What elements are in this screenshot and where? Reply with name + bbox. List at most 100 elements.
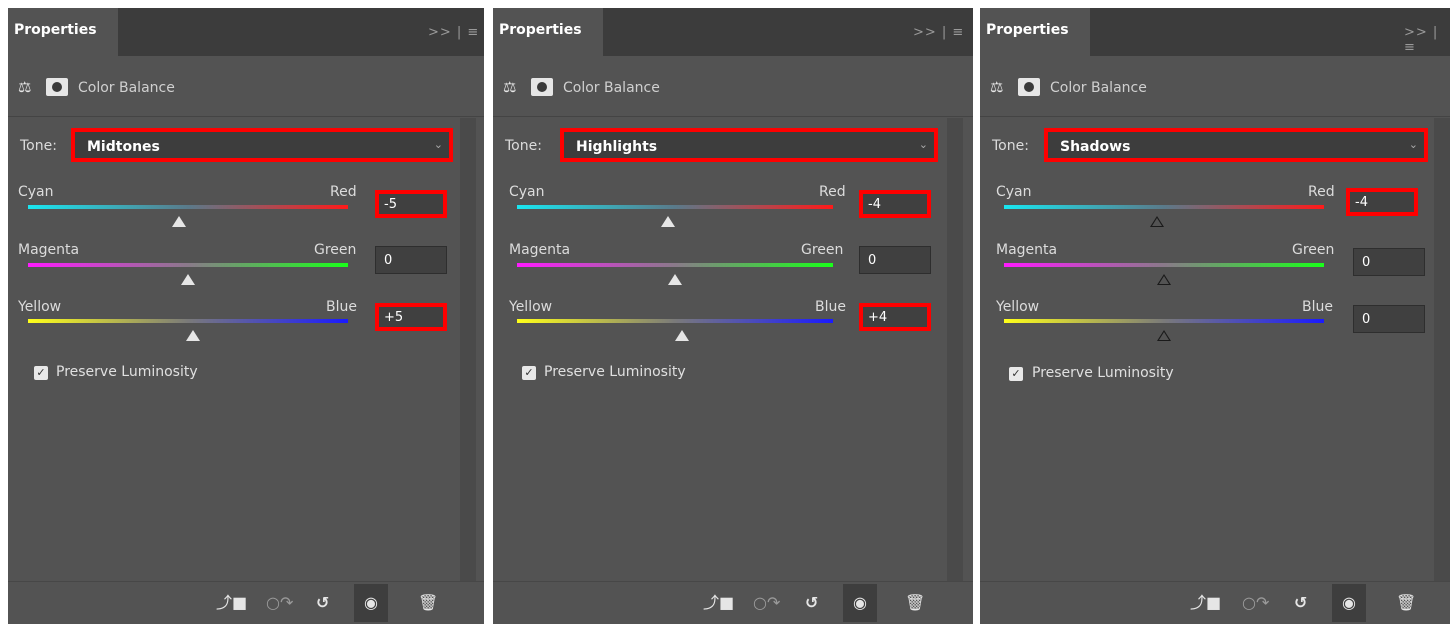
visibility-toggle[interactable]: ◉ bbox=[354, 584, 388, 622]
yellow-blue-slider-thumb[interactable] bbox=[1157, 330, 1171, 341]
slider-left-label: Cyan bbox=[509, 184, 545, 200]
view-previous-state-icon[interactable]: ○↷ bbox=[753, 592, 780, 614]
properties-panel-midtones: Properties >> | ≡ ⚖ Color Balance Tone: … bbox=[8, 8, 484, 624]
properties-tab[interactable]: Properties bbox=[8, 8, 118, 56]
clip-to-layer-icon[interactable]: ⤴■ bbox=[1190, 592, 1221, 614]
scrollbar[interactable] bbox=[1434, 118, 1450, 582]
slider-right-label: Green bbox=[801, 242, 844, 258]
slider-right-label: Red bbox=[330, 184, 357, 200]
cyan-red-slider-thumb[interactable] bbox=[661, 216, 675, 227]
panel-menu-icon[interactable]: >> | ≡ bbox=[428, 25, 479, 40]
tone-label: Tone: bbox=[20, 138, 57, 154]
cyan-red-slider-track[interactable] bbox=[517, 205, 833, 209]
slider-right-label: Blue bbox=[326, 299, 357, 315]
visibility-toggle[interactable]: ◉ bbox=[1332, 584, 1366, 622]
slider-right-label: Blue bbox=[1302, 299, 1333, 315]
panel-footer: ⤴■ ○↷ ↺ ◉ 🗑 bbox=[980, 581, 1450, 624]
panel-tab-bar: Properties >> | ≡ bbox=[493, 8, 973, 56]
tone-dropdown[interactable]: Highlights ⌄ bbox=[560, 128, 938, 162]
magenta-green-value-field[interactable]: 0 bbox=[1353, 248, 1425, 276]
clip-to-layer-icon[interactable]: ⤴■ bbox=[216, 592, 247, 614]
balance-scale-icon[interactable]: ⚖ bbox=[990, 78, 1014, 96]
cyan-red-slider-track[interactable] bbox=[1004, 205, 1324, 209]
cyan-red-slider-thumb[interactable] bbox=[172, 216, 186, 227]
layer-mask-icon[interactable] bbox=[1018, 78, 1040, 96]
visibility-toggle[interactable]: ◉ bbox=[843, 584, 877, 622]
slider-right-label: Green bbox=[1292, 242, 1335, 258]
cyan-red-value-field[interactable]: -4 bbox=[1346, 188, 1418, 216]
panel-tab-bar: Properties >> | ≡ bbox=[8, 8, 484, 56]
cyan-red-value-field[interactable]: -4 bbox=[859, 190, 931, 218]
cyan-red-slider-thumb[interactable] bbox=[1150, 216, 1164, 227]
tone-dropdown[interactable]: Shadows ⌄ bbox=[1044, 128, 1428, 162]
yellow-blue-slider-thumb[interactable] bbox=[186, 330, 200, 341]
tone-label: Tone: bbox=[992, 138, 1029, 154]
yellow-blue-value-field[interactable]: +5 bbox=[375, 303, 447, 331]
tone-dropdown[interactable]: Midtones ⌄ bbox=[71, 128, 453, 162]
adjustment-title: Color Balance bbox=[563, 80, 660, 96]
yellow-blue-value-field[interactable]: 0 bbox=[1353, 305, 1425, 333]
trash-icon[interactable]: 🗑 bbox=[1396, 592, 1416, 614]
tone-value: Shadows bbox=[1060, 139, 1131, 155]
properties-tab[interactable]: Properties bbox=[493, 8, 603, 56]
magenta-green-slider-track[interactable] bbox=[517, 263, 833, 267]
trash-icon[interactable]: 🗑 bbox=[905, 592, 925, 614]
preserve-luminosity-label: Preserve Luminosity bbox=[544, 364, 686, 380]
slider-left-label: Cyan bbox=[996, 184, 1032, 200]
reset-icon[interactable]: ↺ bbox=[316, 592, 329, 614]
panel-tab-bar: Properties >> | ≡ bbox=[980, 8, 1450, 56]
view-previous-state-icon[interactable]: ○↷ bbox=[1242, 592, 1269, 614]
magenta-green-slider-thumb[interactable] bbox=[668, 274, 682, 285]
yellow-blue-slider-track[interactable] bbox=[1004, 319, 1324, 323]
cyan-red-value-field[interactable]: -5 bbox=[375, 190, 447, 218]
slider-left-label: Magenta bbox=[996, 242, 1058, 258]
tone-label: Tone: bbox=[505, 138, 542, 154]
slider-left-label: Magenta bbox=[18, 242, 80, 258]
yellow-blue-slider-track[interactable] bbox=[517, 319, 833, 323]
scrollbar[interactable] bbox=[460, 118, 476, 582]
tone-value: Highlights bbox=[576, 139, 658, 155]
scrollbar[interactable] bbox=[947, 118, 963, 582]
preserve-luminosity-label: Preserve Luminosity bbox=[56, 364, 198, 380]
adjustment-header: ⚖ Color Balance bbox=[980, 56, 1450, 116]
magenta-green-slider-thumb[interactable] bbox=[1157, 274, 1171, 285]
balance-scale-icon[interactable]: ⚖ bbox=[18, 78, 42, 96]
visibility-eye-icon: ◉ bbox=[364, 593, 378, 612]
cyan-red-slider-track[interactable] bbox=[28, 205, 348, 209]
reset-icon[interactable]: ↺ bbox=[1294, 592, 1307, 614]
preserve-luminosity-checkbox[interactable]: ✓ bbox=[522, 366, 536, 380]
yellow-blue-slider-thumb[interactable] bbox=[675, 330, 689, 341]
adjustment-title: Color Balance bbox=[78, 80, 175, 96]
slider-left-label: Cyan bbox=[18, 184, 54, 200]
magenta-green-slider-track[interactable] bbox=[28, 263, 348, 267]
layer-mask-icon[interactable] bbox=[46, 78, 68, 96]
properties-panel-shadows: Properties >> | ≡ ⚖ Color Balance Tone: … bbox=[980, 8, 1450, 624]
panel-menu-icon[interactable]: >> | ≡ bbox=[913, 25, 964, 40]
yellow-blue-value-field[interactable]: +4 bbox=[859, 303, 931, 331]
reset-icon[interactable]: ↺ bbox=[805, 592, 818, 614]
divider bbox=[493, 116, 973, 117]
preserve-luminosity-checkbox[interactable]: ✓ bbox=[34, 366, 48, 380]
properties-tab[interactable]: Properties bbox=[980, 8, 1090, 56]
slider-left-label: Yellow bbox=[996, 299, 1040, 315]
preserve-luminosity-checkbox[interactable]: ✓ bbox=[1009, 367, 1023, 381]
chevron-down-icon: ⌄ bbox=[1408, 138, 1418, 151]
slider-right-label: Red bbox=[1308, 184, 1335, 200]
balance-scale-icon[interactable]: ⚖ bbox=[503, 78, 527, 96]
trash-icon[interactable]: 🗑 bbox=[418, 592, 438, 614]
magenta-green-value-field[interactable]: 0 bbox=[375, 246, 447, 274]
adjustment-header: ⚖ Color Balance bbox=[8, 56, 484, 116]
magenta-green-slider-thumb[interactable] bbox=[181, 274, 195, 285]
clip-to-layer-icon[interactable]: ⤴■ bbox=[703, 592, 734, 614]
magenta-green-value-field[interactable]: 0 bbox=[859, 246, 931, 274]
chevron-down-icon: ⌄ bbox=[918, 138, 928, 151]
slider-left-label: Yellow bbox=[18, 299, 62, 315]
panel-menu-icon[interactable]: >> | ≡ bbox=[1404, 25, 1450, 55]
yellow-blue-slider-track[interactable] bbox=[28, 319, 348, 323]
magenta-green-slider-track[interactable] bbox=[1004, 263, 1324, 267]
layer-mask-icon[interactable] bbox=[531, 78, 553, 96]
adjustment-header: ⚖ Color Balance bbox=[493, 56, 973, 116]
view-previous-state-icon[interactable]: ○↷ bbox=[266, 592, 293, 614]
slider-right-label: Blue bbox=[815, 299, 846, 315]
visibility-eye-icon: ◉ bbox=[1342, 593, 1356, 612]
